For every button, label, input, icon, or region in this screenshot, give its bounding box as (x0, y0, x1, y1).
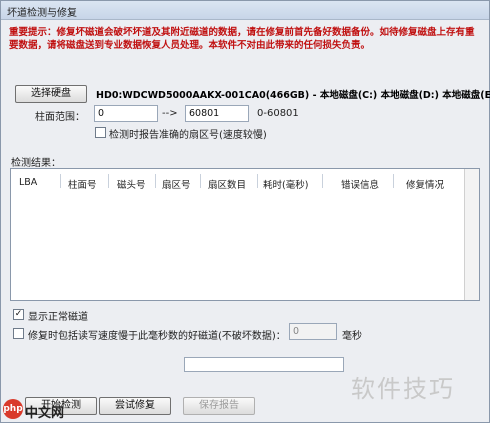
range-to-input[interactable]: 60801 (185, 105, 249, 122)
php-logo-icon: php (3, 399, 23, 419)
results-list[interactable]: LBA 柱面号 磁头号 扇区号 扇区数目 耗时(毫秒) 错误信息 修复情况 (10, 168, 480, 301)
column-separator (60, 174, 61, 188)
column-separator (322, 174, 323, 188)
results-scrollbar[interactable] (464, 169, 479, 300)
try-repair-button[interactable]: 尝试修复 (99, 397, 171, 415)
save-report-button[interactable]: 保存报告 (183, 397, 255, 415)
show-normal-tracks-checkbox[interactable]: ✓ (13, 309, 24, 320)
column-separator (200, 174, 201, 188)
report-exact-sector-label: 检测时报告准确的扇区号(速度较慢) (109, 130, 267, 141)
results-label: 检测结果： (11, 158, 61, 169)
column-header-error[interactable]: 错误信息 (341, 177, 379, 191)
column-header-cylinder[interactable]: 柱面号 (68, 177, 97, 191)
range-arrow: --> (162, 108, 178, 119)
range-max-label: 0-60801 (257, 108, 299, 119)
column-separator (393, 174, 394, 188)
repair-slow-tracks-checkbox[interactable] (13, 328, 24, 339)
column-header-sector[interactable]: 扇区号 (162, 177, 191, 191)
column-separator (155, 174, 156, 188)
cylinder-range-label: 柱面范围： (35, 112, 85, 123)
watermark-right-text: 软件技巧 (351, 375, 455, 403)
bad-sector-window: 坏道检测与修复 重要提示：修复坏磁道会破坏坏道及其附近磁道的数据，请在修复前首先… (0, 0, 490, 423)
repair-slow-tracks-label: 修复时包括读写速度慢于此毫秒数的好磁道(不破坏数据)： (28, 331, 286, 342)
range-from-input[interactable]: 0 (94, 105, 158, 122)
show-normal-tracks-label: 显示正常磁道 (28, 312, 88, 323)
title-bar: 坏道检测与修复 (1, 1, 489, 20)
select-disk-button[interactable]: 选择硬盘 (15, 85, 87, 103)
column-header-time[interactable]: 耗时(毫秒) (263, 177, 308, 191)
ms-unit-label: 毫秒 (342, 331, 362, 342)
progress-bar (184, 357, 344, 372)
window-title: 坏道检测与修复 (7, 8, 77, 19)
report-exact-sector-checkbox[interactable] (95, 127, 106, 138)
warning-text: 重要提示：修复坏磁道会破坏坏道及其附近磁道的数据，请在修复前首先备好数据备份。如… (9, 27, 475, 51)
watermark-left-text: 中文网 (25, 406, 65, 421)
column-separator (257, 174, 258, 188)
ms-threshold-input[interactable]: 0 (289, 323, 337, 340)
selected-disk-label: HD0:WDCWD5000AAKX-001CA0(466GB) - 本地磁盘(C… (96, 90, 490, 101)
column-header-head[interactable]: 磁头号 (117, 177, 146, 191)
column-header-repair[interactable]: 修复情况 (406, 177, 444, 191)
column-header-sector-count[interactable]: 扇区数目 (208, 177, 246, 191)
column-separator (108, 174, 109, 188)
column-header-lba[interactable]: LBA (19, 177, 37, 188)
